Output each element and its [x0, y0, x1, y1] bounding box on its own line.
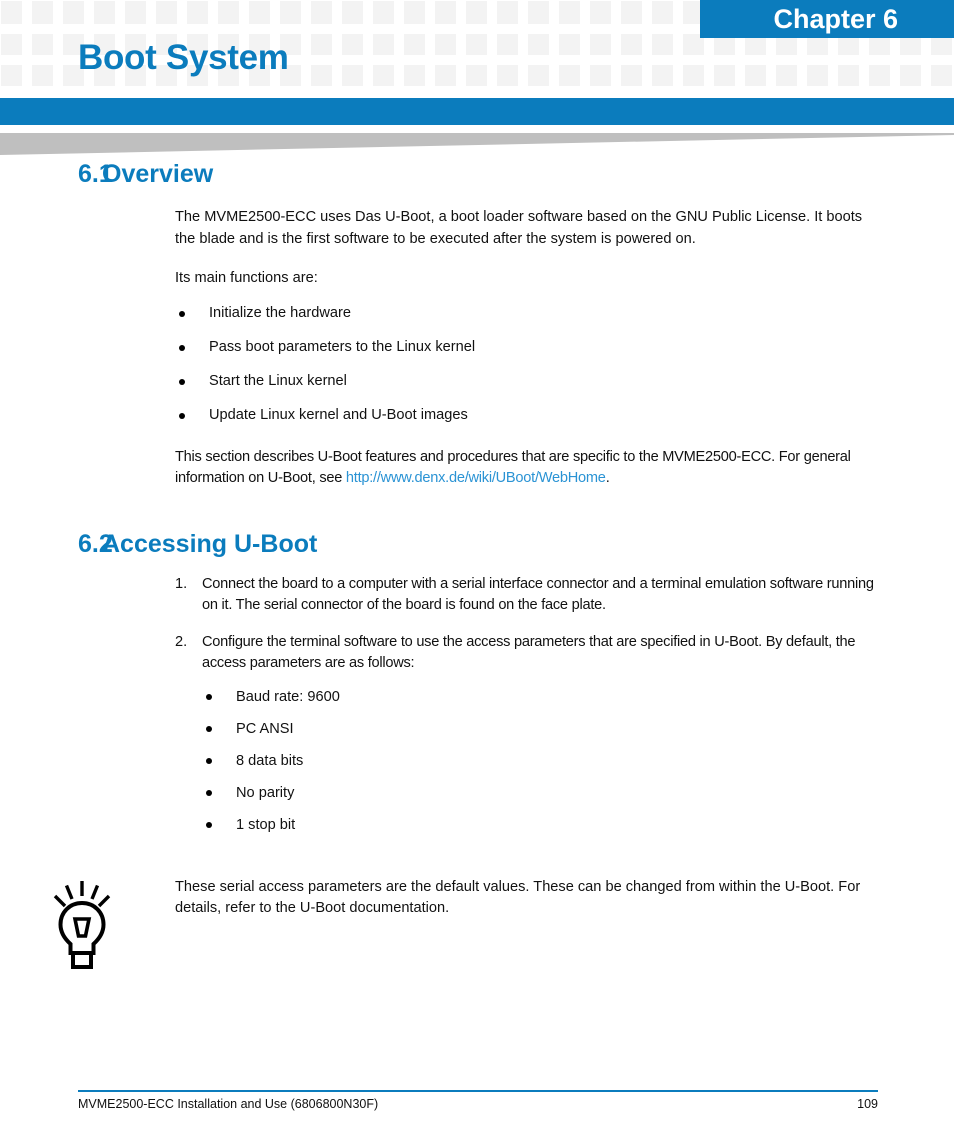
list-item: Baud rate: 9600 [202, 687, 878, 707]
header-blue-bar [0, 98, 954, 125]
section-title-overview: Overview [102, 160, 214, 188]
list-item: 1 stop bit [202, 815, 878, 835]
list-item: Start the Linux kernel [175, 371, 878, 392]
footer-page-number: 109 [857, 1097, 878, 1111]
step-text: Configure the terminal software to use t… [202, 633, 856, 672]
overview-closing-paragraph: This section describes U-Boot features a… [175, 447, 878, 490]
tip-icon-cell [0, 877, 175, 971]
list-item: Update Linux kernel and U-Boot images [175, 405, 878, 426]
footer-divider [78, 1090, 878, 1092]
page-footer: MVME2500-ECC Installation and Use (68068… [78, 1097, 878, 1111]
section-number-6-1: 6.1 [78, 160, 113, 188]
footer-document-title: MVME2500-ECC Installation and Use (68068… [78, 1097, 379, 1111]
section-number-6-2: 6.2 [78, 529, 113, 558]
bullet-text: No parity [236, 784, 295, 801]
step-text: Connect the board to a computer with a s… [202, 575, 874, 614]
tip-text: These serial access parameters are the d… [175, 878, 861, 917]
list-item: 1. Connect the board to a computer with … [175, 574, 878, 617]
bullet-dot-icon [179, 378, 185, 385]
bullet-dot-icon [179, 412, 185, 419]
bullet-text: Pass boot parameters to the Linux kernel [209, 338, 476, 355]
bullet-dot-icon [206, 821, 212, 828]
list-item: 2. Configure the terminal software to us… [175, 632, 878, 835]
lightbulb-icon [53, 880, 110, 969]
bullet-text: Initialize the hardware [209, 304, 351, 321]
overview-bullet-list: Initialize the hardware Pass boot parame… [175, 303, 878, 426]
list-item: 8 data bits [202, 751, 878, 771]
list-item: Pass boot parameters to the Linux kernel [175, 337, 878, 358]
bullet-text: 8 data bits [236, 752, 304, 769]
tip-callout: These serial access parameters are the d… [0, 877, 954, 971]
header-gray-wedge [0, 133, 954, 155]
section-title-accessing-uboot: Accessing U-Boot [102, 529, 318, 558]
bullet-dot-icon [179, 310, 185, 317]
bullet-text: Baud rate: 9600 [236, 688, 340, 705]
chapter-label: Chapter 6 [773, 3, 898, 34]
serial-parameters-list: Baud rate: 9600 PC ANSI 8 data bits No p… [202, 687, 878, 835]
step-marker: 1. [175, 575, 188, 592]
closing-tail-text: . [605, 470, 610, 486]
section-heading-6-2: 6.2 Accessing U-Boot [0, 530, 954, 559]
chapter-banner: Chapter 6 [700, 0, 954, 38]
bullet-dot-icon [206, 693, 212, 700]
page-content: 6.1 Overview The MVME2500-ECC uses Das U… [0, 160, 954, 971]
list-item: PC ANSI [202, 719, 878, 739]
bullet-dot-icon [206, 725, 212, 732]
bullet-text: PC ANSI [236, 720, 294, 737]
bullet-text: 1 stop bit [236, 816, 296, 833]
list-item: No parity [202, 783, 878, 803]
overview-body: The MVME2500-ECC uses Das U-Boot, a boot… [175, 207, 878, 490]
overview-paragraph-2: Its main functions are: [175, 270, 318, 286]
section-heading-6-1: 6.1 Overview [0, 160, 954, 189]
bullet-dot-icon [206, 757, 212, 764]
bullet-dot-icon [206, 789, 212, 796]
list-item: Initialize the hardware [175, 303, 878, 324]
overview-paragraph-1: The MVME2500-ECC uses Das U-Boot, a boot… [175, 209, 863, 247]
bullet-dot-icon [179, 344, 185, 351]
page-title: Boot System [78, 38, 289, 77]
tip-text-cell: These serial access parameters are the d… [175, 877, 878, 971]
bullet-text: Start the Linux kernel [209, 372, 347, 389]
uboot-webhome-link[interactable]: http://www.denx.de/wiki/UBoot/WebHome [346, 470, 606, 486]
bullet-text: Update Linux kernel and U-Boot images [209, 406, 468, 423]
accessing-uboot-steps: 1. Connect the board to a computer with … [175, 574, 878, 835]
step-marker: 2. [175, 633, 188, 650]
accessing-uboot-body: 1. Connect the board to a computer with … [175, 574, 878, 835]
